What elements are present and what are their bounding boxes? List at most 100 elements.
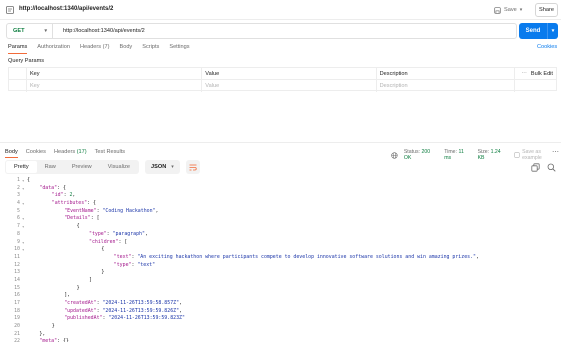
json-key: "id"	[51, 192, 64, 199]
description-input[interactable]: Description	[375, 80, 514, 92]
view-mode-segmented: Pretty Raw Preview Visualize	[5, 160, 140, 174]
code-line: 12 "type": "text"	[0, 262, 561, 270]
code-line: 15}	[0, 285, 561, 293]
http-request-icon	[6, 6, 14, 14]
code-content: ]	[89, 277, 92, 285]
view-preview[interactable]: Preview	[64, 161, 100, 173]
code-line: 4 ▾ "attributes": {	[0, 200, 561, 208]
save-example-icon	[514, 152, 520, 158]
headers-label: Headers	[53, 149, 76, 155]
fold-chevron-icon[interactable]: ▾	[22, 223, 24, 231]
fold-chevron-icon[interactable]: ▾	[22, 185, 24, 193]
code-line: 9 ▾ "children": [	[0, 239, 561, 247]
code-line: 2 ▾ "data": {	[0, 185, 561, 193]
response-tab-test-results[interactable]: Test Results	[95, 149, 125, 158]
code-content: {	[77, 223, 80, 231]
code-content: "EventName": "Coding Hackathon",	[64, 208, 158, 216]
tab-headers[interactable]: Headers (7)	[80, 44, 110, 54]
json-key: "text"	[113, 253, 132, 260]
response-body-code[interactable]: 1 ▾{2 ▾ "data": {3 "id": 2, 4 ▾ "attributes": {…	[0, 177, 561, 342]
response-tab-cookies[interactable]: Cookies	[26, 149, 46, 158]
code-content: {	[27, 177, 30, 185]
url-input[interactable]	[53, 28, 516, 34]
send-button[interactable]: Send ▾	[519, 23, 558, 39]
line-number: 5	[17, 207, 20, 214]
chevron-down-icon: ▾	[171, 164, 174, 170]
fold-chevron-icon[interactable]: ▾	[22, 246, 24, 254]
bulk-edit-button[interactable]: Bulk Edit	[531, 71, 553, 77]
key-column-header: Key	[25, 68, 201, 79]
response-tab-headers[interactable]: Headers (17)	[54, 149, 87, 158]
line-number: 22	[14, 338, 20, 342]
status-info[interactable]: Status: 200 OK	[404, 149, 438, 161]
line-number: 10	[14, 246, 20, 253]
code-line: 8 "type": "paragraph",	[0, 231, 561, 239]
checkbox-column-header	[9, 68, 26, 79]
search-icon[interactable]	[547, 163, 556, 172]
view-pretty[interactable]: Pretty	[6, 161, 37, 173]
save-button[interactable]: Save ▾	[494, 4, 522, 16]
view-visualize[interactable]: Visualize	[100, 161, 138, 173]
format-select[interactable]: JSON ▾	[145, 160, 180, 174]
globe-icon[interactable]	[391, 151, 398, 159]
json-string: "An exciting hackathon where participant…	[137, 253, 476, 260]
code-content: },	[39, 331, 45, 339]
json-punctuation: }	[101, 269, 105, 276]
json-key: "data"	[39, 184, 58, 191]
tab-authorization[interactable]: Authorization	[37, 44, 70, 54]
method-select[interactable]: GET ▾	[7, 24, 53, 38]
tab-params[interactable]: Params	[8, 44, 28, 54]
fold-chevron-icon[interactable]: ▾	[22, 239, 24, 247]
code-line: 7 ▾ {	[0, 223, 561, 231]
request-title[interactable]: http://localhost:1340/api/events/2	[19, 6, 113, 12]
json-punctuation: {	[76, 223, 80, 230]
size-info[interactable]: Size: 1.24 KB	[478, 149, 509, 161]
code-content: "updatedAt": "2024-11-26T13:59:59.826Z",	[64, 308, 182, 316]
json-punctuation: ]	[89, 276, 92, 283]
code-line: 16],	[0, 292, 561, 300]
fold-chevron-icon[interactable]: ▾	[22, 215, 24, 223]
response-view-toolbar: Pretty Raw Preview Visualize JSON ▾	[5, 160, 200, 174]
chevron-down-icon: ▾	[44, 28, 47, 34]
time-info[interactable]: Time: 11 ms	[444, 149, 471, 161]
code-line: 5 "EventName": "Coding Hackathon",	[0, 208, 561, 216]
save-dropdown-icon[interactable]: ▾	[520, 7, 523, 13]
response-meta: Status: 200 OK Time: 11 ms Size: 1.24 KB…	[391, 149, 561, 161]
row-checkbox-cell	[9, 80, 26, 92]
line-number: 16	[14, 292, 20, 299]
send-dropdown-icon[interactable]: ▾	[548, 28, 558, 34]
view-raw[interactable]: Raw	[37, 161, 64, 173]
cookies-link[interactable]: Cookies	[537, 44, 557, 50]
share-button[interactable]: Share	[535, 3, 558, 17]
json-key: "publishedAt"	[64, 315, 103, 322]
json-string: "paragraph"	[112, 230, 145, 237]
json-punctuation: ,	[155, 207, 159, 214]
response-divider[interactable]	[0, 142, 561, 143]
line-number: 7	[17, 223, 20, 230]
response-more-options-icon[interactable]: ⋯	[552, 148, 559, 156]
tab-scripts[interactable]: Scripts	[142, 44, 159, 54]
fold-chevron-icon[interactable]: ▾	[22, 200, 24, 208]
copy-icon[interactable]	[531, 163, 540, 172]
code-line: 1 ▾{	[0, 177, 561, 185]
fold-chevron-icon[interactable]: ▾	[22, 177, 24, 185]
value-input[interactable]: Value	[201, 80, 375, 92]
method-label: GET	[13, 28, 25, 34]
json-punctuation: ,	[179, 300, 182, 306]
code-content: "attributes": {	[52, 200, 96, 208]
line-number: 12	[14, 261, 20, 268]
key-input[interactable]: Key	[25, 80, 201, 92]
tab-body[interactable]: Body	[119, 44, 132, 54]
code-content: {	[101, 246, 104, 254]
wrap-lines-button[interactable]	[185, 160, 200, 174]
code-line: 22 "meta": {}	[0, 338, 561, 342]
description-column-header: Description	[375, 68, 514, 79]
more-options-icon[interactable]: ⋯	[521, 71, 527, 77]
code-line: 10 ▾ {	[0, 246, 561, 254]
code-line: 20}	[0, 323, 561, 331]
tab-settings[interactable]: Settings	[169, 44, 189, 54]
request-tabs: Params Authorization Headers (7) Body Sc…	[8, 44, 190, 54]
code-content: "data": {	[39, 185, 66, 193]
json-key: "type"	[113, 261, 132, 268]
response-tab-body[interactable]: Body	[5, 149, 18, 158]
